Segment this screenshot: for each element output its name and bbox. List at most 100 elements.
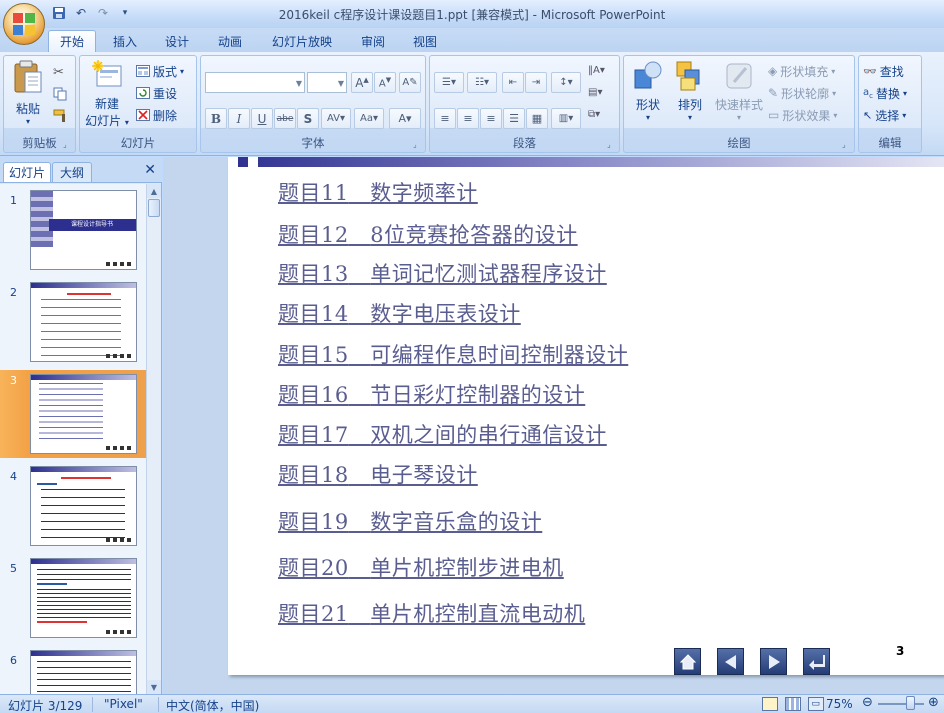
smartart-button[interactable]: ⧉▾: [588, 104, 600, 124]
clipboard-launcher-icon[interactable]: ⌟: [63, 140, 72, 149]
tab-slides[interactable]: 幻灯片: [3, 162, 51, 182]
paragraph-launcher-icon[interactable]: ⌟: [607, 140, 616, 149]
slide-thumbnail-2[interactable]: 2: [0, 282, 146, 370]
scroll-up-icon[interactable]: ▲: [147, 184, 161, 198]
numbering-button[interactable]: ☷▾: [467, 72, 497, 93]
font-name-combo[interactable]: ▼: [205, 72, 305, 93]
shrink-font-icon: A▼: [378, 75, 392, 90]
slide-thumbnail-3[interactable]: 3: [0, 370, 146, 458]
zoom-in-icon[interactable]: ⊕: [928, 695, 939, 710]
align-text-button[interactable]: ▤▾: [588, 82, 602, 102]
topic-link-12[interactable]: 题目12 8位竞赛抢答器的设计: [278, 219, 578, 249]
thumb-preview: [30, 558, 137, 638]
bullets-button[interactable]: ☰▾: [434, 72, 464, 93]
topic-link-11[interactable]: 题目11 数字频率计: [278, 177, 478, 207]
bold-button[interactable]: B: [205, 108, 227, 129]
align-left-button[interactable]: ≡: [434, 108, 456, 129]
topic-link-18[interactable]: 题目18 电子琴设计: [278, 459, 478, 489]
slide-sorter-view-icon[interactable]: [784, 696, 801, 711]
char-spacing-button[interactable]: AV▾: [321, 108, 351, 129]
topic-link-16[interactable]: 题目16 节日彩灯控制器的设计: [278, 379, 585, 409]
distributed-button[interactable]: ▦: [526, 108, 548, 129]
return-nav-button[interactable]: [803, 648, 830, 675]
scroll-thumb[interactable]: [148, 199, 160, 217]
line-spacing-button[interactable]: ↕▾: [551, 72, 581, 93]
quick-styles-button[interactable]: 快速样式 ▾: [712, 60, 766, 122]
justify-button[interactable]: ☰: [503, 108, 525, 129]
tab-animations[interactable]: 动画: [206, 30, 254, 52]
drawing-launcher-icon[interactable]: ⌟: [842, 140, 851, 149]
previous-nav-button[interactable]: [717, 648, 744, 675]
tab-slideshow[interactable]: 幻灯片放映: [262, 30, 342, 52]
increase-indent-button[interactable]: ⇥: [525, 72, 547, 93]
align-right-button[interactable]: ≡: [480, 108, 502, 129]
zoom-level[interactable]: 75%: [826, 697, 853, 711]
shape-effects-button[interactable]: ▭ 形状效果 ▾: [768, 105, 837, 125]
zoom-slider[interactable]: [878, 703, 924, 705]
shadow-button[interactable]: S: [297, 108, 319, 129]
slide-thumbnail-6[interactable]: 6: [0, 650, 146, 694]
align-center-button[interactable]: ≡: [457, 108, 479, 129]
layout-button[interactable]: 版式 ▾: [136, 61, 184, 81]
tab-insert[interactable]: 插入: [102, 30, 148, 52]
tab-view[interactable]: 视图: [402, 30, 448, 52]
font-size-combo[interactable]: ▼: [307, 72, 347, 93]
clear-format-button[interactable]: A✎: [399, 72, 421, 93]
language-indicator[interactable]: 中文(简体，中国): [166, 697, 259, 713]
italic-button[interactable]: I: [228, 108, 250, 129]
format-painter-button[interactable]: [53, 106, 69, 126]
shrink-font-button[interactable]: A▼: [374, 72, 396, 93]
zoom-out-icon[interactable]: ⊖: [862, 695, 873, 710]
tab-design[interactable]: 设计: [154, 30, 200, 52]
slide-thumbnail-5[interactable]: 5: [0, 558, 146, 646]
columns-button[interactable]: ▥▾: [551, 108, 581, 129]
topic-link-20[interactable]: 题目20 单片机控制步进电机: [278, 552, 564, 582]
font-color-button[interactable]: A▾: [389, 108, 421, 129]
paste-button[interactable]: 粘贴 ▾: [9, 60, 47, 126]
normal-view-icon[interactable]: [762, 696, 778, 711]
topic-link-13[interactable]: 题目13 单词记忆测试器程序设计: [278, 258, 607, 288]
tab-review[interactable]: 审阅: [350, 30, 396, 52]
font-launcher-icon[interactable]: ⌟: [413, 140, 422, 149]
cut-button[interactable]: ✂: [53, 62, 64, 82]
thumbnail-list: 1 课程设计指导书 2 3 4 5 6: [0, 184, 146, 694]
thumb-preview: 课程设计指导书: [30, 190, 137, 270]
grow-font-button[interactable]: A▲: [351, 72, 373, 93]
new-slide-button[interactable]: 新建 幻灯片 ▾: [83, 60, 131, 129]
copy-button[interactable]: [53, 84, 67, 104]
slideshow-view-icon[interactable]: ▭: [807, 696, 824, 711]
scroll-down-icon[interactable]: ▼: [147, 680, 161, 694]
decrease-indent-button[interactable]: ⇤: [502, 72, 524, 93]
home-nav-button[interactable]: [674, 648, 701, 675]
close-icon[interactable]: ✕: [144, 162, 156, 178]
strikethrough-button[interactable]: abe: [274, 108, 296, 129]
arrow-right-icon: [768, 654, 780, 669]
reset-button[interactable]: 重设: [136, 83, 177, 103]
change-case-button[interactable]: Aa▾: [354, 108, 384, 129]
delete-slide-button[interactable]: 删除: [136, 105, 177, 125]
replace-button[interactable]: ac 替换 ▾: [863, 83, 907, 103]
shape-fill-button[interactable]: ◈ 形状填充 ▾: [768, 61, 835, 81]
select-button[interactable]: ↖ 选择 ▾: [863, 105, 906, 125]
arrange-button[interactable]: 排列 ▾: [670, 60, 710, 122]
topic-link-21[interactable]: 题目21 单片机控制直流电动机: [278, 598, 585, 628]
slide-canvas[interactable]: 题目11 数字频率计 题目12 8位竞赛抢答器的设计 题目13 单词记忆测试器程…: [228, 157, 944, 675]
shapes-button[interactable]: 形状 ▾: [628, 60, 668, 122]
slide-thumbnail-4[interactable]: 4: [0, 466, 146, 554]
next-nav-button[interactable]: [760, 648, 787, 675]
text-direction-button[interactable]: ‖A▾: [588, 60, 605, 80]
topic-link-15[interactable]: 题目15 可编程作息时间控制器设计: [278, 339, 628, 369]
shape-outline-label: 形状轮廓: [781, 86, 830, 101]
tab-home[interactable]: 开始: [48, 30, 96, 52]
zoom-slider-thumb[interactable]: [906, 696, 915, 710]
thumbnail-scrollbar[interactable]: ▲ ▼: [146, 184, 161, 694]
topic-link-19[interactable]: 题目19 数字音乐盒的设计: [278, 506, 542, 536]
shape-outline-button[interactable]: ✎ 形状轮廓 ▾: [768, 83, 836, 103]
tab-outline[interactable]: 大纲: [52, 162, 92, 182]
office-button[interactable]: [3, 3, 45, 45]
topic-link-14[interactable]: 题目14 数字电压表设计: [278, 298, 521, 328]
find-button[interactable]: 👓 查找: [863, 61, 904, 81]
underline-button[interactable]: U: [251, 108, 273, 129]
topic-link-17[interactable]: 题目17 双机之间的串行通信设计: [278, 419, 607, 449]
slide-thumbnail-1[interactable]: 1 课程设计指导书: [0, 190, 146, 278]
